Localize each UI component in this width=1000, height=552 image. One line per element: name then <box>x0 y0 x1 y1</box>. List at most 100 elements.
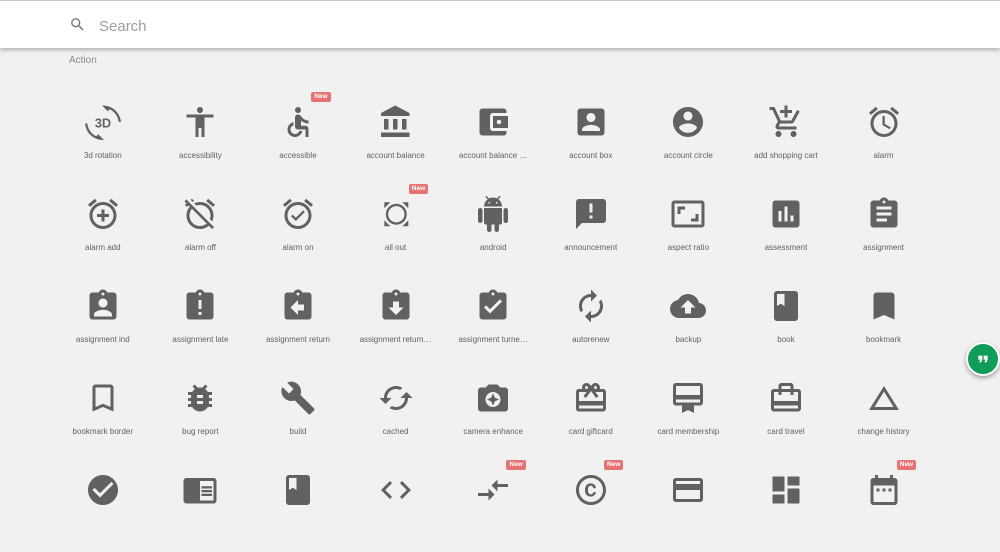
icon-tile[interactable]: New accessible <box>249 92 347 184</box>
icon-label: assignment return… <box>359 335 432 344</box>
icon-tile[interactable]: backup <box>640 276 738 368</box>
icon-tile[interactable]: account balance … <box>444 92 542 184</box>
icon-tile[interactable]: change history <box>835 368 933 460</box>
icon-tile[interactable] <box>347 460 445 552</box>
icon-label: assignment turne… <box>458 335 528 344</box>
icon-label: account balance <box>366 151 425 160</box>
icon-tile[interactable]: alarm off <box>152 184 250 276</box>
search-input[interactable] <box>97 11 941 41</box>
assignment-icon <box>870 197 898 228</box>
icon-label: aspect ratio <box>667 243 710 252</box>
icon-tile[interactable]: assignment return… <box>347 276 445 368</box>
account-balance-wallet-icon <box>479 108 509 136</box>
icon-tile[interactable] <box>640 460 738 552</box>
icon-label: announcement <box>564 243 618 252</box>
icon-tile[interactable]: account box <box>542 92 640 184</box>
icon-label: assignment late <box>172 335 229 344</box>
icon-label: accessibility <box>179 151 222 160</box>
icon-tile[interactable]: assignment late <box>152 276 250 368</box>
feedback-button[interactable] <box>966 342 1000 376</box>
icon-tile[interactable]: alarm <box>835 92 933 184</box>
alarm-icon <box>868 106 899 137</box>
icon-tile[interactable]: alarm add <box>54 184 152 276</box>
icon-tile[interactable]: aspect ratio <box>640 184 738 276</box>
icon-label: account box <box>569 151 613 160</box>
3d-rotation-icon: 3D <box>84 105 121 140</box>
icon-tile[interactable]: add shopping cart <box>737 92 835 184</box>
icon-tile[interactable]: New <box>444 460 542 552</box>
icon-tile[interactable]: camera enhance <box>444 368 542 460</box>
icon-tile[interactable]: autorenew <box>542 276 640 368</box>
icon-tile[interactable]: New <box>542 460 640 552</box>
icon-tile[interactable]: announcement <box>542 184 640 276</box>
icon-tile[interactable]: card giftcard <box>542 368 640 460</box>
icon-tile[interactable] <box>249 460 347 552</box>
icon-label: cached <box>382 427 409 436</box>
class-icon <box>285 475 310 505</box>
icon-label: change history <box>857 427 910 436</box>
icon-tile[interactable]: android <box>444 184 542 276</box>
icon-tile[interactable] <box>54 460 152 552</box>
icon-tile[interactable]: assessment <box>737 184 835 276</box>
dashboard-icon <box>772 476 800 504</box>
icon-label: all out <box>384 243 407 252</box>
icon-tile[interactable]: 3D 3d rotation <box>54 92 152 184</box>
section-title: Action <box>69 55 97 66</box>
icon-tile[interactable]: assignment ind <box>54 276 152 368</box>
icon-tile[interactable]: account circle <box>640 92 738 184</box>
icon-tile[interactable]: assignment <box>835 184 933 276</box>
alarm-on-icon <box>282 198 313 229</box>
icon-tile[interactable]: bug report <box>152 368 250 460</box>
assignment-ind-icon <box>89 289 117 320</box>
icon-grid: 3D 3d rotation accessibility New accessible a… <box>54 92 934 552</box>
icon-tile[interactable]: assignment return <box>249 276 347 368</box>
icon-tile[interactable]: New all out <box>347 184 445 276</box>
aspect-ratio-icon <box>671 200 705 228</box>
icon-tile[interactable]: build <box>249 368 347 460</box>
alarm-add-icon <box>87 198 118 229</box>
accessibility-icon <box>186 107 214 137</box>
assignment-turned-in-icon <box>479 289 507 320</box>
icon-tile[interactable]: book <box>737 276 835 368</box>
bookmark-border-icon <box>92 384 114 412</box>
icon-label: assessment <box>764 243 808 252</box>
icon-label: build <box>289 427 307 436</box>
assignment-returned-icon <box>382 289 410 320</box>
add-shopping-cart-icon <box>769 105 800 137</box>
icon-tile[interactable] <box>152 460 250 552</box>
icon-label: account balance … <box>458 151 528 160</box>
icon-label: add shopping cart <box>754 151 818 160</box>
icon-tile[interactable]: accessibility <box>152 92 250 184</box>
account-balance-icon <box>380 105 410 137</box>
icon-tile[interactable]: New <box>835 460 933 552</box>
announcement-icon <box>575 199 606 229</box>
icon-tile[interactable]: card membership <box>640 368 738 460</box>
icon-label: alarm off <box>184 243 216 252</box>
bookmark-icon <box>873 292 895 320</box>
card-travel-icon <box>770 383 801 412</box>
copyright-icon <box>575 475 606 505</box>
icon-tile[interactable]: bookmark border <box>54 368 152 460</box>
icon-label: card travel <box>767 427 805 436</box>
icon-tile[interactable]: assignment turne… <box>444 276 542 368</box>
search-icon[interactable] <box>69 16 86 33</box>
chrome-reader-mode-icon <box>183 478 217 504</box>
bug-report-icon <box>188 384 213 412</box>
new-badge: New <box>603 460 624 470</box>
icon-tile[interactable] <box>737 460 835 552</box>
assessment-icon <box>772 200 800 228</box>
icon-tile[interactable]: card travel <box>737 368 835 460</box>
compare-arrows-icon <box>478 479 509 501</box>
icon-label: 3d rotation <box>83 151 122 160</box>
camera-enhance-icon <box>478 384 509 412</box>
alarm-off-icon <box>184 198 216 229</box>
icon-tile[interactable]: alarm on <box>249 184 347 276</box>
icon-tile[interactable]: account balance <box>347 92 445 184</box>
check-circle-icon <box>87 475 118 505</box>
icon-label: camera enhance <box>463 427 523 436</box>
icon-tile[interactable]: cached <box>347 368 445 460</box>
android-icon <box>478 196 509 232</box>
cached-icon <box>379 386 413 410</box>
icon-label: card membership <box>657 427 720 436</box>
icon-tile[interactable]: bookmark <box>835 276 933 368</box>
